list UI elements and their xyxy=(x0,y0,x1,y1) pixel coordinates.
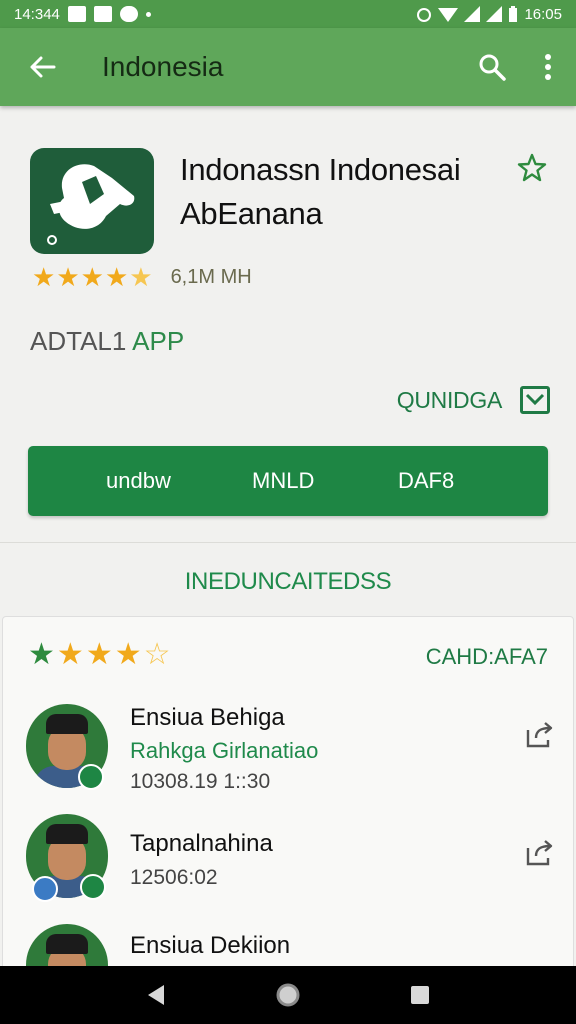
reviewer-name: Ensiua Behiga xyxy=(130,704,285,731)
secondary-action-button[interactable]: QUNIDGA xyxy=(397,386,550,414)
section-title[interactable]: INEDUNCAITEDSS xyxy=(0,568,576,596)
star-icon: ★ xyxy=(104,262,129,292)
status-bar: 14:344 16:05 xyxy=(0,0,576,28)
arrow-back-icon xyxy=(30,56,56,78)
app-bar: Indonesia xyxy=(0,28,576,106)
review-rating-stars: ★ ★ ★ ★ ☆ xyxy=(28,640,171,670)
star-icon: ★ xyxy=(56,638,84,671)
wishlist-button[interactable] xyxy=(514,150,550,186)
open-button[interactable]: DAF8 xyxy=(398,468,454,494)
battery-icon xyxy=(509,6,518,22)
verified-badge-icon xyxy=(80,874,106,900)
secondary-action-label: QUNIDGA xyxy=(396,386,503,413)
verified-badge-icon xyxy=(78,764,104,790)
review-date: 12506:02 xyxy=(130,866,218,889)
alarm-icon xyxy=(417,8,432,22)
nav-recents-button[interactable] xyxy=(400,975,440,1015)
search-icon xyxy=(479,54,506,81)
app-category: ADTAL1 APP xyxy=(30,326,184,357)
star-icon: ★ xyxy=(32,262,56,292)
avatar xyxy=(26,924,108,966)
overflow-menu-button[interactable] xyxy=(520,28,576,106)
app-icon xyxy=(30,148,154,254)
download-count: 6,1M MH xyxy=(170,265,252,288)
uninstall-button[interactable]: undbw xyxy=(106,468,171,494)
share-icon[interactable] xyxy=(524,720,556,750)
more-vert-icon xyxy=(545,54,551,80)
nav-back-button[interactable] xyxy=(136,975,176,1015)
star-outline-icon xyxy=(517,153,547,182)
reviewer-name: Tapnalnahina xyxy=(130,830,273,857)
more-notifications-icon xyxy=(145,11,151,17)
list-item: Tapnalnahina 12506:02 xyxy=(26,814,556,904)
status-badge-icon xyxy=(32,876,58,902)
review-date: 10308.19 1::30 xyxy=(130,770,271,793)
back-button[interactable] xyxy=(0,28,84,106)
star-outline-icon: ☆ xyxy=(143,638,171,671)
app-rating: ★ ★ ★ ★ ★ 6,1M MH xyxy=(32,262,252,292)
star-icon: ★ xyxy=(28,638,55,671)
star-icon: ★ xyxy=(80,262,104,292)
category-prefix: ADTAL1 xyxy=(30,326,127,356)
divider xyxy=(0,542,576,543)
list-item: Ensiua Behiga Rahkga Girlanatiao 10308.1… xyxy=(26,704,556,794)
app-name: Indonassn Indonesai AbEanana xyxy=(180,152,461,231)
install-button[interactable]: MNLD xyxy=(252,468,314,494)
list-item: Ensiua Dekiion xyxy=(26,924,556,966)
status-time: 14:344 xyxy=(14,5,60,23)
share-icon[interactable] xyxy=(524,838,556,868)
nav-home-button[interactable] xyxy=(268,975,308,1015)
nav-recents-icon xyxy=(411,986,429,1004)
rating-stars: ★ ★ ★ ★ ★ xyxy=(32,262,153,292)
category-label: APP xyxy=(132,326,185,356)
star-icon: ★ xyxy=(56,262,80,292)
app-logo-icon xyxy=(47,164,135,245)
wifi-icon xyxy=(438,8,459,22)
reviewer-name: Ensiua Dekiion xyxy=(130,932,291,959)
nav-home-icon xyxy=(276,983,300,1007)
chat-notification-icon xyxy=(119,6,138,22)
status-clock: 16:05 xyxy=(524,5,562,23)
action-button-bar: undbw MNLD DAF8 xyxy=(28,446,548,516)
star-half-icon: ★ xyxy=(129,262,153,292)
system-nav-bar xyxy=(0,966,576,1024)
page-title: Indonesia xyxy=(102,51,224,82)
signal-icon-2 xyxy=(486,6,503,22)
search-button[interactable] xyxy=(464,28,520,106)
notification-icon xyxy=(67,6,86,22)
image-notification-icon xyxy=(93,6,112,22)
write-review-link[interactable]: CAHD:AFA7 xyxy=(426,644,548,670)
reviewer-subtitle: Rahkga Girlanatiao xyxy=(130,738,319,763)
star-icon: ★ xyxy=(114,638,142,671)
nav-back-icon xyxy=(148,985,164,1005)
star-icon: ★ xyxy=(85,638,113,671)
signal-icon xyxy=(464,6,481,22)
checkbox-icon xyxy=(520,386,550,414)
